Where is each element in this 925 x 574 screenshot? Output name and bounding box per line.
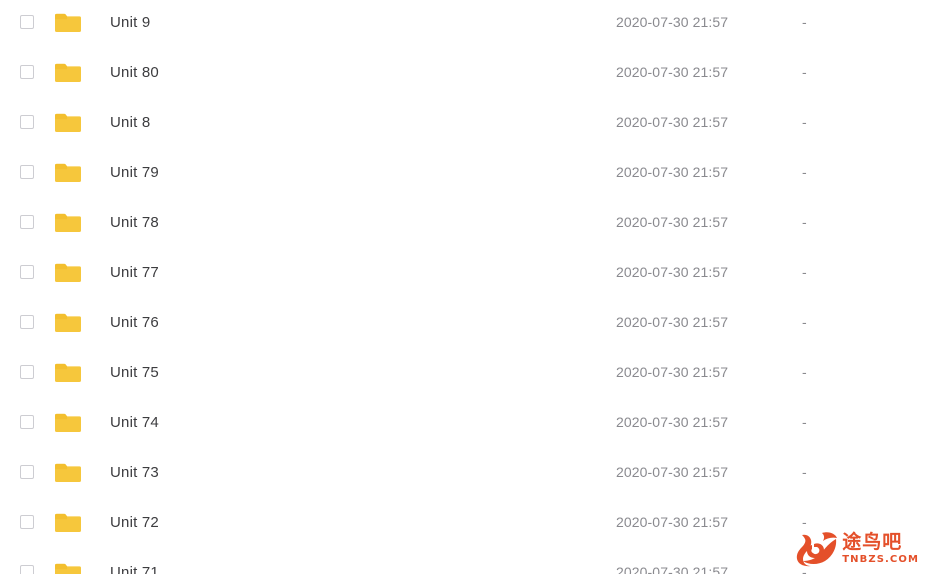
row-select-cell bbox=[0, 415, 50, 429]
folder-icon bbox=[55, 463, 81, 482]
folder-icon bbox=[55, 63, 81, 82]
table-row[interactable]: Unit 73 2020-07-30 21:57 - bbox=[0, 447, 925, 497]
file-modified: 2020-07-30 21:57 bbox=[616, 364, 729, 380]
table-row[interactable]: Unit 74 2020-07-30 21:57 - bbox=[0, 397, 925, 447]
row-select-cell bbox=[0, 215, 50, 229]
file-modified: 2020-07-30 21:57 bbox=[616, 464, 729, 480]
row-icon-cell bbox=[50, 61, 86, 84]
file-name[interactable]: Unit 73 bbox=[86, 464, 616, 481]
row-checkbox[interactable] bbox=[20, 115, 34, 129]
row-select-cell bbox=[0, 515, 50, 529]
file-modified: 2020-07-30 21:57 bbox=[616, 514, 729, 530]
table-row[interactable]: Unit 76 2020-07-30 21:57 - bbox=[0, 297, 925, 347]
row-checkbox[interactable] bbox=[20, 15, 34, 29]
row-select-cell bbox=[0, 315, 50, 329]
file-name[interactable]: Unit 76 bbox=[86, 314, 616, 331]
file-size: - bbox=[802, 264, 807, 280]
file-name[interactable]: Unit 79 bbox=[86, 164, 616, 181]
row-icon-cell bbox=[50, 411, 86, 434]
file-name[interactable]: Unit 80 bbox=[86, 64, 616, 81]
file-name[interactable]: Unit 77 bbox=[86, 264, 616, 281]
folder-icon bbox=[55, 13, 81, 32]
file-modified: 2020-07-30 21:57 bbox=[616, 314, 729, 330]
folder-icon bbox=[55, 563, 81, 574]
row-select-cell bbox=[0, 165, 50, 179]
file-name[interactable]: Unit 71 bbox=[86, 564, 616, 574]
folder-icon bbox=[55, 113, 81, 132]
row-icon-cell bbox=[50, 311, 86, 334]
table-row[interactable]: Unit 78 2020-07-30 21:57 - bbox=[0, 197, 925, 247]
table-row[interactable]: Unit 8 2020-07-30 21:57 - bbox=[0, 97, 925, 147]
file-size: - bbox=[802, 164, 807, 180]
file-modified: 2020-07-30 21:57 bbox=[616, 414, 729, 430]
folder-icon bbox=[55, 263, 81, 282]
file-size: - bbox=[802, 464, 807, 480]
row-select-cell bbox=[0, 115, 50, 129]
file-size: - bbox=[802, 114, 807, 130]
file-modified: 2020-07-30 21:57 bbox=[616, 114, 729, 130]
row-select-cell bbox=[0, 265, 50, 279]
file-size: - bbox=[802, 364, 807, 380]
file-size: - bbox=[802, 14, 807, 30]
row-checkbox[interactable] bbox=[20, 465, 34, 479]
row-checkbox[interactable] bbox=[20, 215, 34, 229]
file-size: - bbox=[802, 414, 807, 430]
file-manager-window: Unit 9 2020-07-30 21:57- Unit 80 2020-07-30… bbox=[0, 0, 925, 574]
folder-icon bbox=[55, 313, 81, 332]
row-icon-cell bbox=[50, 511, 86, 534]
file-modified: 2020-07-30 21:57 bbox=[616, 214, 729, 230]
folder-icon bbox=[55, 163, 81, 182]
row-icon-cell bbox=[50, 11, 86, 34]
row-select-cell bbox=[0, 65, 50, 79]
folder-icon bbox=[55, 363, 81, 382]
row-checkbox[interactable] bbox=[20, 365, 34, 379]
row-icon-cell bbox=[50, 211, 86, 234]
table-row[interactable]: Unit 71 2020-07-30 21:57 - bbox=[0, 547, 925, 574]
table-row[interactable]: Unit 72 2020-07-30 21:57 - bbox=[0, 497, 925, 547]
file-size: - bbox=[802, 64, 807, 80]
table-row[interactable]: Unit 9 2020-07-30 21:57 - bbox=[0, 0, 925, 47]
row-checkbox[interactable] bbox=[20, 515, 34, 529]
row-checkbox[interactable] bbox=[20, 415, 34, 429]
row-checkbox[interactable] bbox=[20, 565, 34, 574]
row-checkbox[interactable] bbox=[20, 165, 34, 179]
row-select-cell bbox=[0, 15, 50, 29]
row-icon-cell bbox=[50, 261, 86, 284]
file-modified: 2020-07-30 21:57 bbox=[616, 564, 729, 574]
row-checkbox[interactable] bbox=[20, 265, 34, 279]
row-icon-cell bbox=[50, 461, 86, 484]
file-name[interactable]: Unit 74 bbox=[86, 414, 616, 431]
file-name[interactable]: Unit 9 bbox=[86, 14, 616, 31]
table-row[interactable]: Unit 79 2020-07-30 21:57 - bbox=[0, 147, 925, 197]
file-size: - bbox=[802, 514, 807, 530]
folder-icon bbox=[55, 513, 81, 532]
row-checkbox[interactable] bbox=[20, 65, 34, 79]
row-select-cell bbox=[0, 365, 50, 379]
table-row[interactable]: Unit 75 2020-07-30 21:57 - bbox=[0, 347, 925, 397]
row-select-cell bbox=[0, 465, 50, 479]
file-list: Unit 9 2020-07-30 21:57- Unit 80 2020-07-30… bbox=[0, 0, 925, 574]
file-name[interactable]: Unit 8 bbox=[86, 114, 616, 131]
file-modified: 2020-07-30 21:57 bbox=[616, 264, 729, 280]
file-name[interactable]: Unit 78 bbox=[86, 214, 616, 231]
row-icon-cell bbox=[50, 161, 86, 184]
file-modified: 2020-07-30 21:57 bbox=[616, 164, 729, 180]
file-size: - bbox=[802, 314, 807, 330]
row-icon-cell bbox=[50, 361, 86, 384]
row-icon-cell bbox=[50, 111, 86, 134]
file-modified: 2020-07-30 21:57 bbox=[616, 14, 729, 30]
table-row[interactable]: Unit 77 2020-07-30 21:57 - bbox=[0, 247, 925, 297]
folder-icon bbox=[55, 213, 81, 232]
row-select-cell bbox=[0, 565, 50, 574]
table-row[interactable]: Unit 80 2020-07-30 21:57 - bbox=[0, 47, 925, 97]
file-name[interactable]: Unit 75 bbox=[86, 364, 616, 381]
folder-icon bbox=[55, 413, 81, 432]
file-modified: 2020-07-30 21:57 bbox=[616, 64, 729, 80]
file-size: - bbox=[802, 214, 807, 230]
row-checkbox[interactable] bbox=[20, 315, 34, 329]
file-name[interactable]: Unit 72 bbox=[86, 514, 616, 531]
row-icon-cell bbox=[50, 561, 86, 574]
file-size: - bbox=[802, 564, 807, 574]
